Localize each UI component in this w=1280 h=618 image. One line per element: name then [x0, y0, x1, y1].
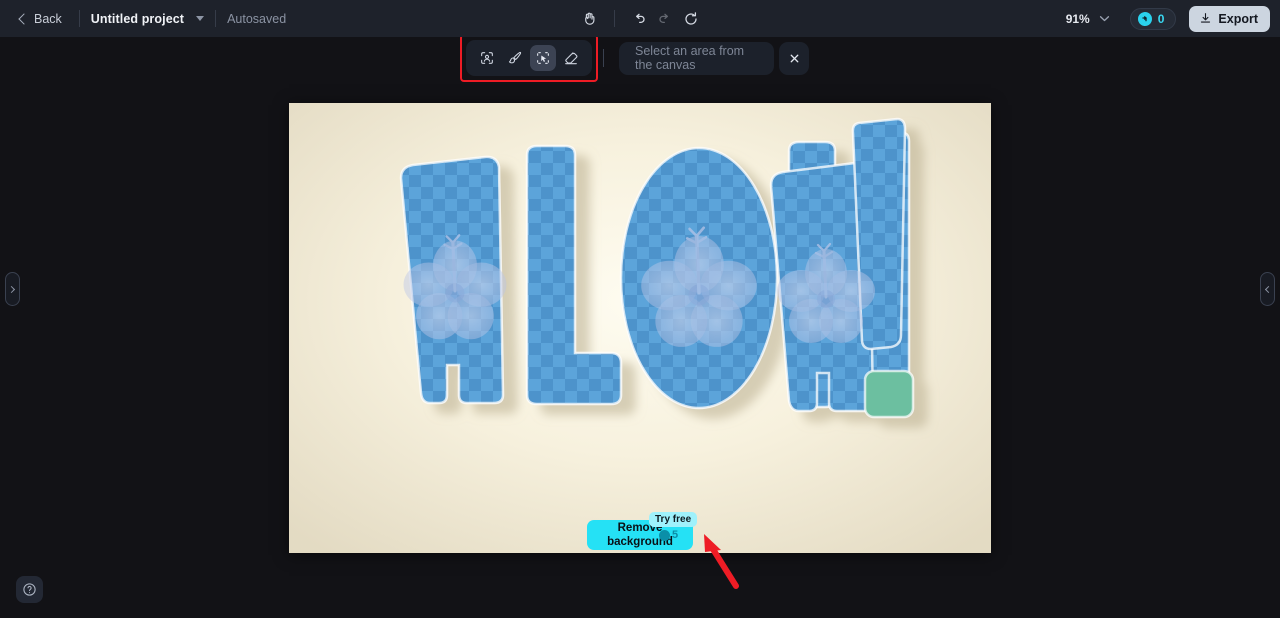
- project-title[interactable]: Untitled project: [91, 12, 184, 26]
- cursor-in-dashed-box-icon: [537, 52, 549, 64]
- back-button-label: Back: [34, 11, 62, 26]
- credit-coin-icon: [659, 529, 670, 541]
- refresh-icon: [684, 11, 697, 25]
- right-panel-toggle[interactable]: [1260, 272, 1275, 306]
- project-chevron-down-icon[interactable]: [196, 16, 205, 21]
- header-right-group: 91% 0 Export: [1060, 5, 1270, 32]
- paintbrush-icon: [508, 51, 522, 64]
- chevron-left-icon: [18, 12, 30, 25]
- help-button[interactable]: [16, 576, 43, 603]
- redo-arrow-icon: [658, 13, 668, 23]
- undo-arrow-icon: [635, 13, 645, 23]
- zoom-level-value: 91%: [1065, 11, 1090, 26]
- brush-select-tool[interactable]: [502, 45, 528, 71]
- artwork-canvas[interactable]: [289, 103, 991, 553]
- artwork-aloha: [289, 103, 991, 553]
- back-button[interactable]: Back: [14, 8, 68, 30]
- select-subject-tool[interactable]: [474, 45, 500, 71]
- credits-count: 0: [1157, 11, 1165, 26]
- selection-toolbar: Select an area from the canvas: [460, 34, 809, 82]
- person-in-frame-icon: [481, 52, 493, 64]
- header-left-group: Back Untitled project Autosaved: [14, 8, 286, 30]
- toolbar-divider: [603, 49, 604, 67]
- download-icon: [1201, 13, 1211, 23]
- try-free-badge[interactable]: Try free: [649, 512, 698, 527]
- undo-button[interactable]: [626, 6, 652, 32]
- credit-coin-icon: [1137, 11, 1152, 26]
- eraser-tool[interactable]: [558, 45, 584, 71]
- export-button-label: Export: [1218, 11, 1258, 26]
- app-root: Back Untitled project Autosaved 91% 0 Ex…: [0, 0, 1280, 618]
- header-divider-1: [78, 10, 80, 27]
- select-area-input[interactable]: Select an area from the canvas: [619, 41, 774, 75]
- reset-button[interactable]: [678, 6, 704, 32]
- remove-background-cost-value: 5: [672, 529, 679, 541]
- remove-background-cta: Remove background 5 Try free: [587, 512, 739, 589]
- hand-pan-tool[interactable]: [577, 6, 603, 32]
- red-arrow-annotation: [704, 534, 739, 589]
- pointer-select-tool[interactable]: [530, 45, 556, 71]
- chevron-left-icon: [1264, 285, 1273, 293]
- select-area-placeholder: Select an area from the canvas: [635, 44, 745, 72]
- eraser-icon: [565, 52, 578, 65]
- export-button[interactable]: Export: [1189, 5, 1270, 32]
- left-panel-toggle[interactable]: [5, 272, 20, 306]
- close-selection-toolbar-button[interactable]: [779, 41, 809, 75]
- header-divider-2: [215, 10, 217, 27]
- hand-icon: [585, 12, 595, 25]
- chevron-down-icon: [1099, 16, 1109, 22]
- chevron-right-icon: [7, 285, 16, 293]
- zoom-control[interactable]: 91%: [1060, 9, 1116, 29]
- remove-background-cost: 5: [659, 529, 678, 541]
- app-header: Back Untitled project Autosaved 91% 0 Ex…: [0, 0, 1280, 37]
- autosaved-status: Autosaved: [227, 11, 287, 26]
- redo-button[interactable]: [652, 6, 678, 32]
- question-mark-circle-icon: [23, 583, 36, 596]
- selection-tool-group: [460, 34, 598, 82]
- close-x-icon: [790, 54, 798, 62]
- header-divider-3: [613, 10, 615, 27]
- credits-badge[interactable]: 0: [1129, 7, 1177, 30]
